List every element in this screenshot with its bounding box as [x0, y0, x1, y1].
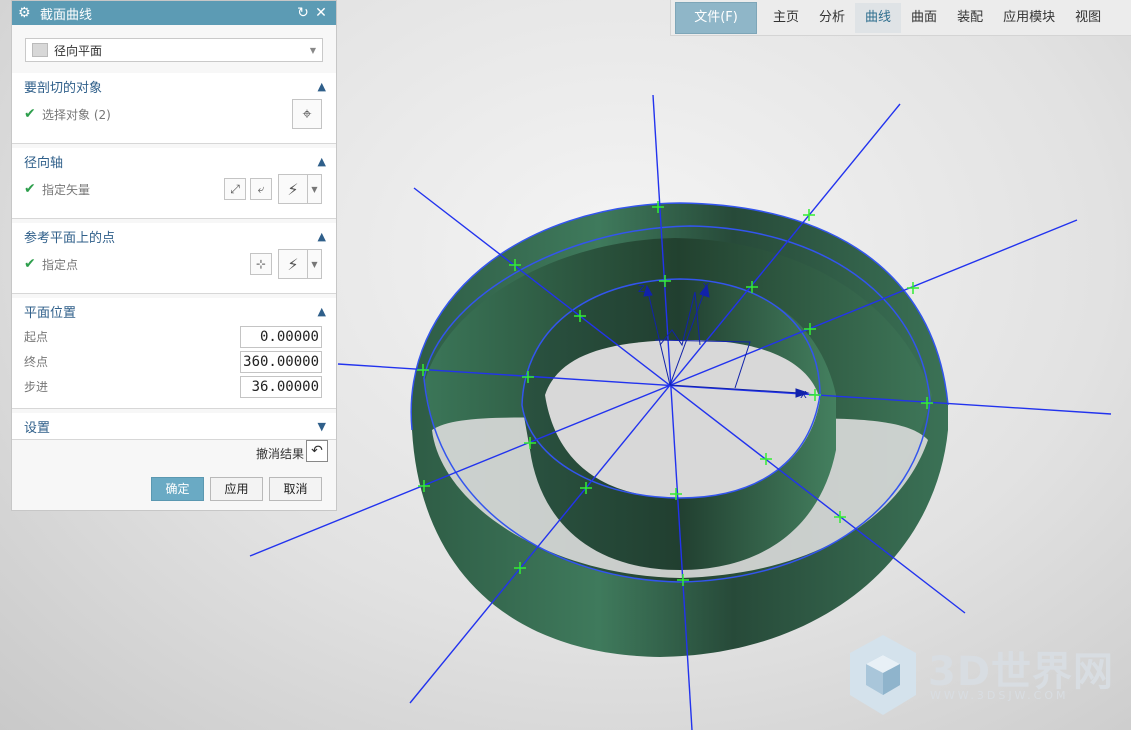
reset-icon[interactable]: ↻ — [294, 5, 312, 21]
triad-x-label: X — [800, 390, 807, 401]
specify-point-label: 指定点 — [42, 257, 79, 272]
select-object-label: 选择对象 (2) — [42, 107, 111, 122]
step-field[interactable]: 36.00000 — [240, 375, 322, 398]
section-objects: 要剖切的对象 ▲ ✔ 选择对象 (2) ⌖ — [12, 73, 336, 144]
tab-file[interactable]: 文件(F) — [675, 1, 757, 34]
section-objects-header[interactable]: 要剖切的对象 ▲ — [12, 73, 336, 99]
section-ref-point: 参考平面上的点 ▲ ✔ 指定点 ⊹ ⚡ ▼ — [12, 223, 336, 294]
start-field[interactable]: 0.00000 — [240, 325, 322, 348]
section-plane-position-header[interactable]: 平面位置 ▲ — [12, 298, 336, 324]
section-ref-point-header[interactable]: 参考平面上的点 ▲ — [12, 223, 336, 249]
specify-point-row[interactable]: ✔ 指定点 ⊹ ⚡ ▼ — [12, 249, 336, 279]
chevron-up-icon: ▲ — [317, 229, 326, 243]
select-object-row[interactable]: ✔ 选择对象 (2) ⌖ — [12, 99, 336, 129]
cancel-button[interactable]: 取消 — [269, 477, 322, 501]
type-select[interactable]: 径向平面 ▼ — [25, 38, 323, 62]
start-row: 起点 0.00000 — [12, 324, 336, 349]
section-axis-header[interactable]: 径向轴 ▲ — [12, 148, 336, 174]
plane-type-icon — [32, 43, 48, 57]
checkmark-icon: ✔ — [24, 106, 36, 122]
section-settings: 设置 ▼ — [12, 413, 336, 440]
section-plane-position: 平面位置 ▲ 起点 0.00000 终点 360.00000 步进 36.000… — [12, 298, 336, 409]
chevron-up-icon: ▲ — [317, 304, 326, 318]
checkmark-icon: ✔ — [24, 181, 36, 197]
triad-y-label: Y — [702, 282, 710, 293]
end-field[interactable]: 360.00000 — [240, 350, 322, 373]
vector-dropdown-icon[interactable]: ▼ — [308, 174, 322, 204]
tab-home[interactable]: 主页 — [763, 3, 809, 33]
vector-inferred-icon[interactable]: ⚡ — [278, 174, 308, 204]
undo-result-label: 撤消结果 — [255, 447, 304, 461]
end-row: 终点 360.00000 — [12, 349, 336, 374]
gear-icon[interactable]: ⚙ — [18, 5, 34, 21]
tab-surface[interactable]: 曲面 — [901, 3, 947, 33]
tab-curve[interactable]: 曲线 — [855, 2, 902, 33]
triad-z-label: Z — [638, 284, 645, 295]
watermark: 3D世界网 WWW.3DSJW.COM — [848, 633, 1118, 723]
point-inferred-icon[interactable]: ⚡ — [278, 249, 308, 279]
section-settings-header[interactable]: 设置 ▼ — [12, 413, 336, 439]
chevron-up-icon: ▲ — [317, 154, 326, 168]
specify-vector-label: 指定矢量 — [42, 182, 91, 197]
dialog-title: 截面曲线 — [40, 7, 93, 23]
point-dropdown-icon[interactable]: ▼ — [308, 249, 322, 279]
point-dialog-icon[interactable]: ⊹ — [250, 253, 272, 275]
ribbon-tabs: 文件(F) 主页 分析 曲线 曲面 装配 应用模块 视图 — [670, 0, 1131, 36]
cube-logo-icon — [850, 635, 916, 715]
undo-result-row: 撤消结果 ↶ — [12, 439, 338, 465]
chevron-down-icon: ▼ — [309, 45, 316, 55]
start-label: 起点 — [24, 330, 49, 344]
close-icon[interactable]: ✕ — [312, 5, 330, 21]
dialog-titlebar[interactable]: ⚙ 截面曲线 ↻ ✕ — [12, 1, 336, 25]
ok-button[interactable]: 确定 — [151, 477, 204, 501]
crosshair-select-icon[interactable]: ⌖ — [292, 99, 322, 129]
checkmark-icon: ✔ — [24, 256, 36, 272]
chevron-up-icon: ▲ — [317, 79, 326, 93]
end-label: 终点 — [24, 355, 49, 369]
undo-icon[interactable]: ↶ — [306, 440, 328, 462]
watermark-subtitle: WWW.3DSJW.COM — [930, 689, 1069, 702]
step-label: 步进 — [24, 380, 49, 394]
tab-view[interactable]: 视图 — [1065, 3, 1111, 33]
reverse-direction-icon[interactable]: ⤢ — [224, 178, 246, 200]
section-curve-dialog: ⚙ 截面曲线 ↻ ✕ 径向平面 ▼ 要剖切的对象 ▲ ✔ 选择对象 (2) ⌖ … — [11, 0, 337, 511]
tab-assembly[interactable]: 装配 — [947, 3, 993, 33]
chevron-down-icon: ▼ — [317, 419, 326, 433]
tab-applications[interactable]: 应用模块 — [993, 3, 1065, 33]
apply-button[interactable]: 应用 — [210, 477, 263, 501]
type-select-value: 径向平面 — [54, 43, 103, 58]
step-row: 步进 36.00000 — [12, 374, 336, 399]
tab-analysis[interactable]: 分析 — [809, 3, 855, 33]
section-radial-axis: 径向轴 ▲ ✔ 指定矢量 ⤢ ⤶ ⚡ ▼ — [12, 148, 336, 219]
specify-vector-row[interactable]: ✔ 指定矢量 ⤢ ⤶ ⚡ ▼ — [12, 174, 336, 204]
vector-dialog-icon[interactable]: ⤶ — [250, 178, 272, 200]
